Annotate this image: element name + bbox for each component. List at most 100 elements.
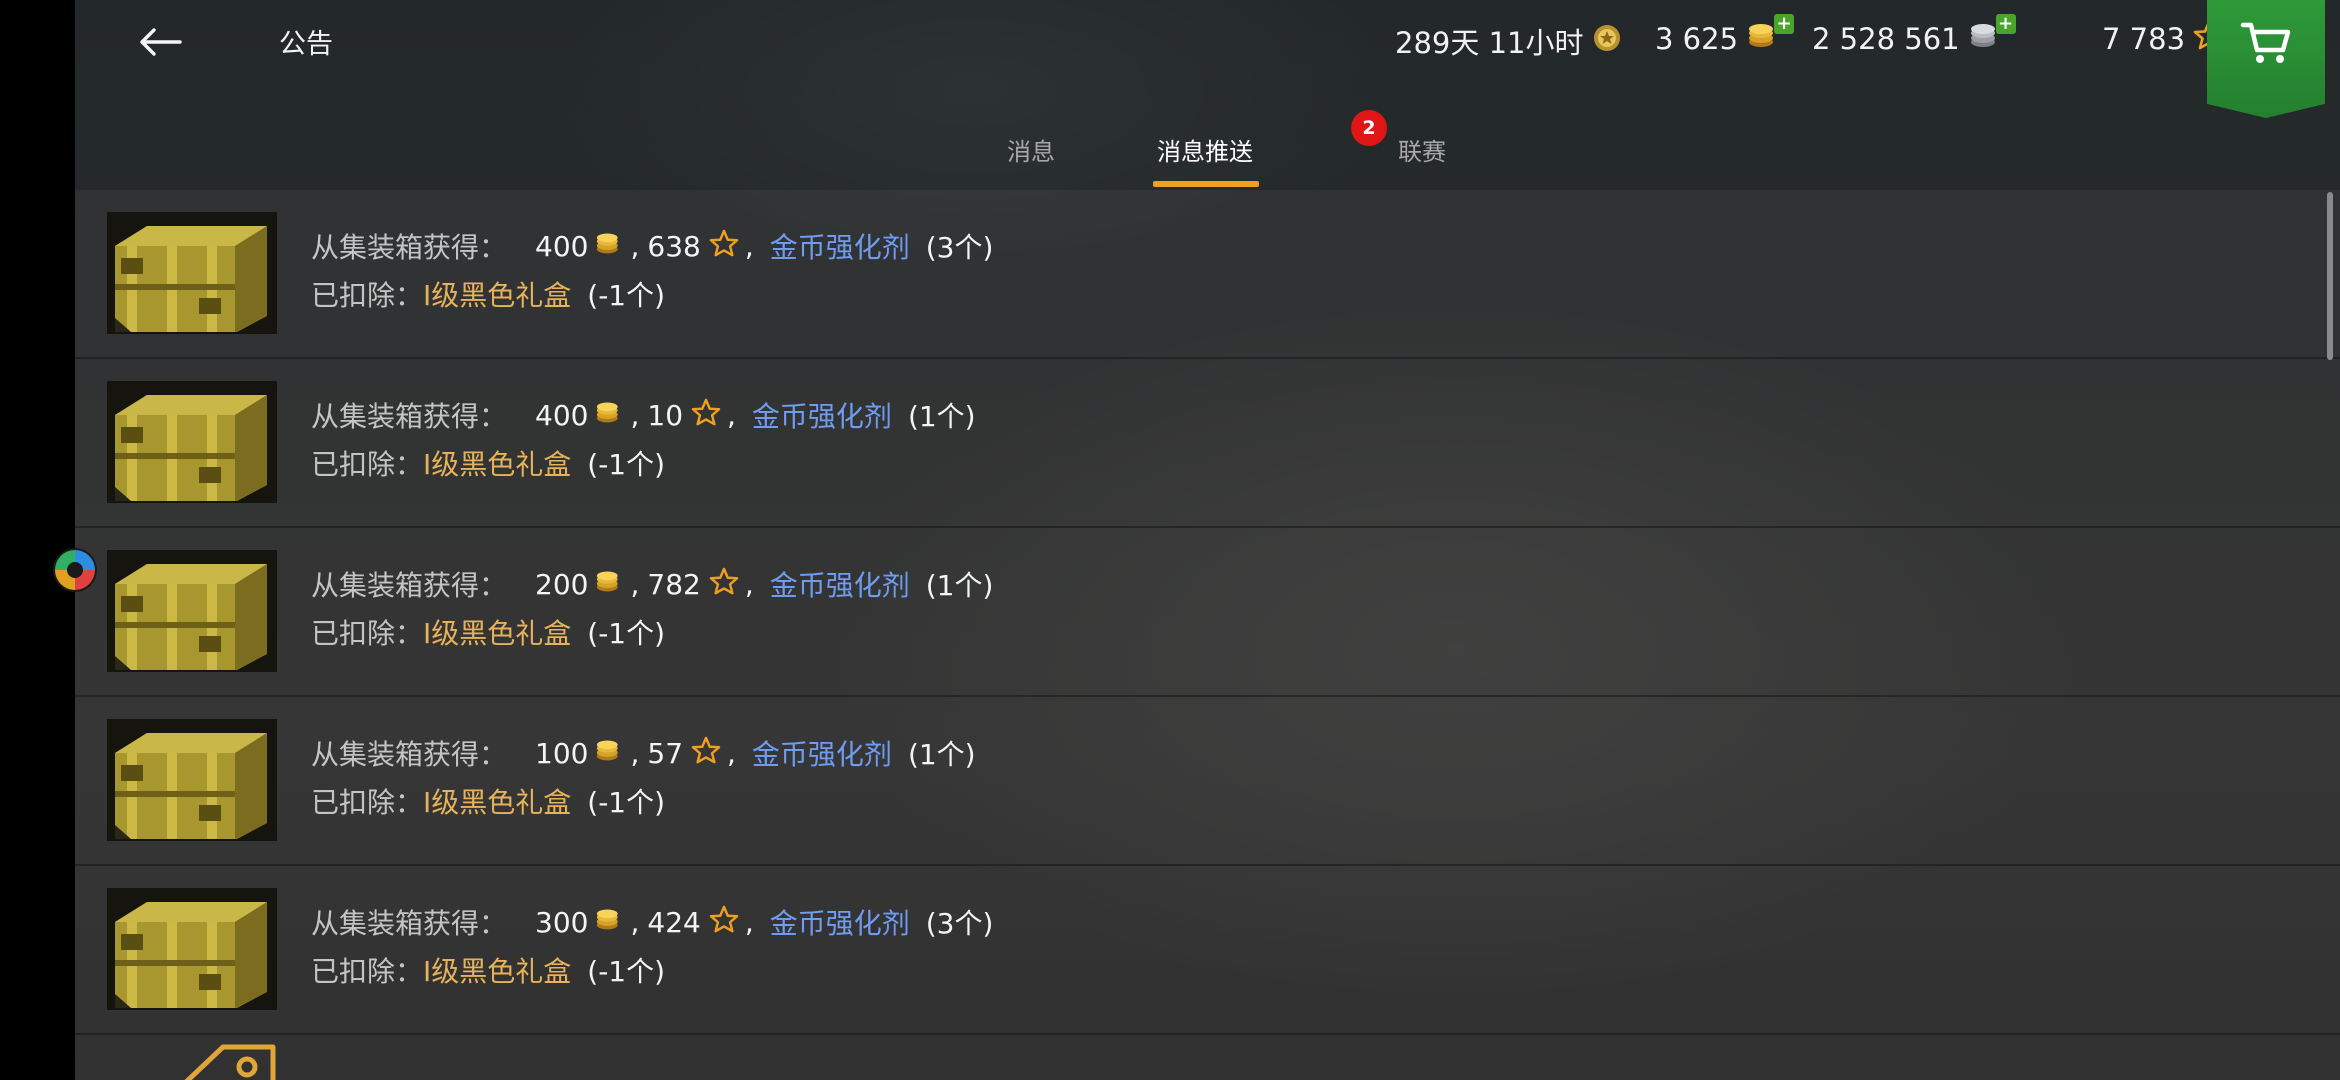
gold-coins-icon	[594, 568, 624, 601]
list-item[interactable]: 从集装箱获得： 400 , 10 , 金币强化剂 (1个) 已扣除： Ⅰ级黑色礼…	[75, 359, 2340, 528]
back-button[interactable]	[125, 14, 195, 70]
add-gold-plus-icon[interactable]: +	[1774, 14, 1795, 34]
deduct-label: 已扣除：	[311, 955, 424, 988]
deduct-line: 已扣除： Ⅰ级黑色礼盒 (-1个)	[311, 781, 665, 821]
reward-item-link[interactable]: 金币强化剂	[770, 902, 910, 942]
gold-coins-icon	[594, 737, 624, 770]
reward-stars: 10	[647, 398, 684, 432]
shop-button[interactable]	[2207, 0, 2325, 118]
premium-timer[interactable]: 289天 11小时	[1395, 20, 1623, 62]
shopping-cart-icon	[2240, 22, 2291, 63]
price-tag-icon	[184, 1044, 276, 1080]
deduct-item-link[interactable]: Ⅰ级黑色礼盒	[423, 612, 571, 652]
deduct-line: 已扣除： Ⅰ级黑色礼盒 (-1个)	[311, 950, 665, 990]
tab-league[interactable]: 联赛	[1398, 132, 1446, 167]
reward-item-count: (3个)	[925, 231, 994, 264]
reward-coins: 100	[535, 736, 589, 770]
silver-coins-icon: +	[1968, 14, 2016, 57]
premium-laurel-icon	[1591, 22, 1623, 61]
star-icon	[709, 905, 739, 940]
notification-badge: 2	[1351, 110, 1387, 146]
gold-coins-icon	[594, 906, 624, 939]
deduct-count: (-1个)	[587, 955, 666, 988]
deduct-line: 已扣除： Ⅰ级黑色礼盒 (-1个)	[311, 274, 665, 314]
deduct-label: 已扣除：	[311, 279, 424, 312]
deduct-item-link[interactable]: Ⅰ级黑色礼盒	[423, 274, 571, 314]
gold-coins-icon: +	[1746, 14, 1795, 57]
container-icon	[107, 550, 277, 672]
deduct-count: (-1个)	[587, 448, 666, 481]
reward-line: 从集装箱获得： 200 , 782 , 金币强化剂 (1个)	[311, 564, 993, 604]
deduct-item-link[interactable]: Ⅰ级黑色礼盒	[423, 950, 571, 990]
reward-line: 从集装箱获得： 100 , 57 , 金币强化剂 (1个)	[311, 733, 976, 773]
back-arrow-icon	[140, 28, 182, 56]
active-tab-indicator	[1153, 181, 1259, 187]
deduct-label: 已扣除：	[311, 448, 424, 481]
star-icon	[691, 736, 721, 771]
stars-balance[interactable]: 7 783 +	[2102, 14, 2240, 57]
stars-balance-value: 7 783	[2102, 21, 2186, 56]
floating-assistant-icon	[53, 548, 97, 592]
gold-coins-icon	[594, 399, 624, 432]
premium-timer-value: 289天 11小时	[1395, 26, 1584, 60]
reward-item-link[interactable]: 金币强化剂	[752, 733, 892, 773]
gold-balance-value: 3 625	[1655, 21, 1739, 56]
deduct-label: 已扣除：	[311, 617, 424, 650]
star-icon	[709, 229, 739, 264]
reward-stars: 424	[647, 905, 701, 939]
reward-item-count: (3个)	[925, 907, 994, 940]
reward-item-count: (1个)	[925, 569, 994, 602]
reward-item-link[interactable]: 金币强化剂	[752, 395, 892, 435]
container-icon	[107, 719, 277, 841]
container-icon	[107, 381, 277, 503]
gold-coins-icon	[594, 230, 624, 263]
page-title: 公告	[279, 29, 333, 60]
silver-balance[interactable]: 2 528 561 +	[1812, 14, 2016, 57]
reward-stars: 57	[647, 736, 684, 770]
reward-label: 从集装箱获得：	[311, 907, 508, 940]
reward-item-link[interactable]: 金币强化剂	[770, 564, 910, 604]
announcements-screen: 公告 289天 11小时 3 625 + 2 528 561 + 7 783 消…	[75, 0, 2340, 1080]
container-icon	[107, 212, 277, 334]
reward-stars: 638	[647, 229, 701, 263]
reward-item-count: (1个)	[907, 738, 976, 771]
reward-label: 从集装箱获得：	[311, 569, 508, 602]
reward-label: 从集装箱获得：	[311, 231, 508, 264]
deduct-line: 已扣除： Ⅰ级黑色礼盒 (-1个)	[311, 612, 665, 652]
list-item[interactable]: 从集装箱获得： 100 , 57 , 金币强化剂 (1个) 已扣除： Ⅰ级黑色礼…	[75, 697, 2340, 866]
container-icon	[107, 888, 277, 1010]
reward-item-link[interactable]: 金币强化剂	[770, 226, 910, 266]
deduct-line: 已扣除： Ⅰ级黑色礼盒 (-1个)	[311, 443, 665, 483]
deduct-count: (-1个)	[587, 786, 666, 819]
deduct-count: (-1个)	[587, 617, 666, 650]
reward-coins: 200	[535, 567, 589, 601]
list-item[interactable]: 从集装箱获得： 300 , 424 , 金币强化剂 (3个) 已扣除： Ⅰ级黑色…	[75, 866, 2340, 1035]
list-item[interactable]: 从集装箱获得： 200 , 782 , 金币强化剂 (1个) 已扣除： Ⅰ级黑色…	[75, 528, 2340, 697]
left-edge	[0, 0, 75, 1080]
star-icon	[691, 398, 721, 433]
reward-label: 从集装箱获得：	[311, 400, 508, 433]
tab-messages[interactable]: 消息	[1007, 132, 1055, 167]
reward-line: 从集装箱获得： 400 , 10 , 金币强化剂 (1个)	[311, 395, 976, 435]
list-item[interactable]: 从集装箱获得： 400 , 638 , 金币强化剂 (3个) 已扣除： Ⅰ级黑色…	[75, 190, 2340, 359]
reward-line: 从集装箱获得： 300 , 424 , 金币强化剂 (3个)	[311, 902, 993, 942]
reward-coins: 400	[535, 229, 589, 263]
silver-balance-value: 2 528 561	[1812, 21, 1960, 56]
star-icon	[709, 567, 739, 602]
reward-coins: 400	[535, 398, 589, 432]
deduct-item-link[interactable]: Ⅰ级黑色礼盒	[423, 443, 571, 483]
deduct-item-link[interactable]: Ⅰ级黑色礼盒	[423, 781, 571, 821]
reward-label: 从集装箱获得：	[311, 738, 508, 771]
reward-stars: 782	[647, 567, 701, 601]
add-silver-plus-icon[interactable]: +	[1995, 14, 2016, 34]
reward-line: 从集装箱获得： 400 , 638 , 金币强化剂 (3个)	[311, 226, 993, 266]
tab-message-push[interactable]: 消息推送	[1157, 132, 1253, 167]
gold-balance[interactable]: 3 625 +	[1655, 14, 1795, 57]
floating-assistant-button[interactable]	[50, 545, 100, 595]
list-item[interactable]	[75, 1035, 2340, 1080]
reward-item-count: (1个)	[907, 400, 976, 433]
deduct-label: 已扣除：	[311, 786, 424, 819]
deduct-count: (-1个)	[587, 279, 666, 312]
list-scrollbar[interactable]	[2327, 192, 2333, 360]
message-list: 从集装箱获得： 400 , 638 , 金币强化剂 (3个) 已扣除： Ⅰ级黑色…	[75, 190, 2340, 1080]
